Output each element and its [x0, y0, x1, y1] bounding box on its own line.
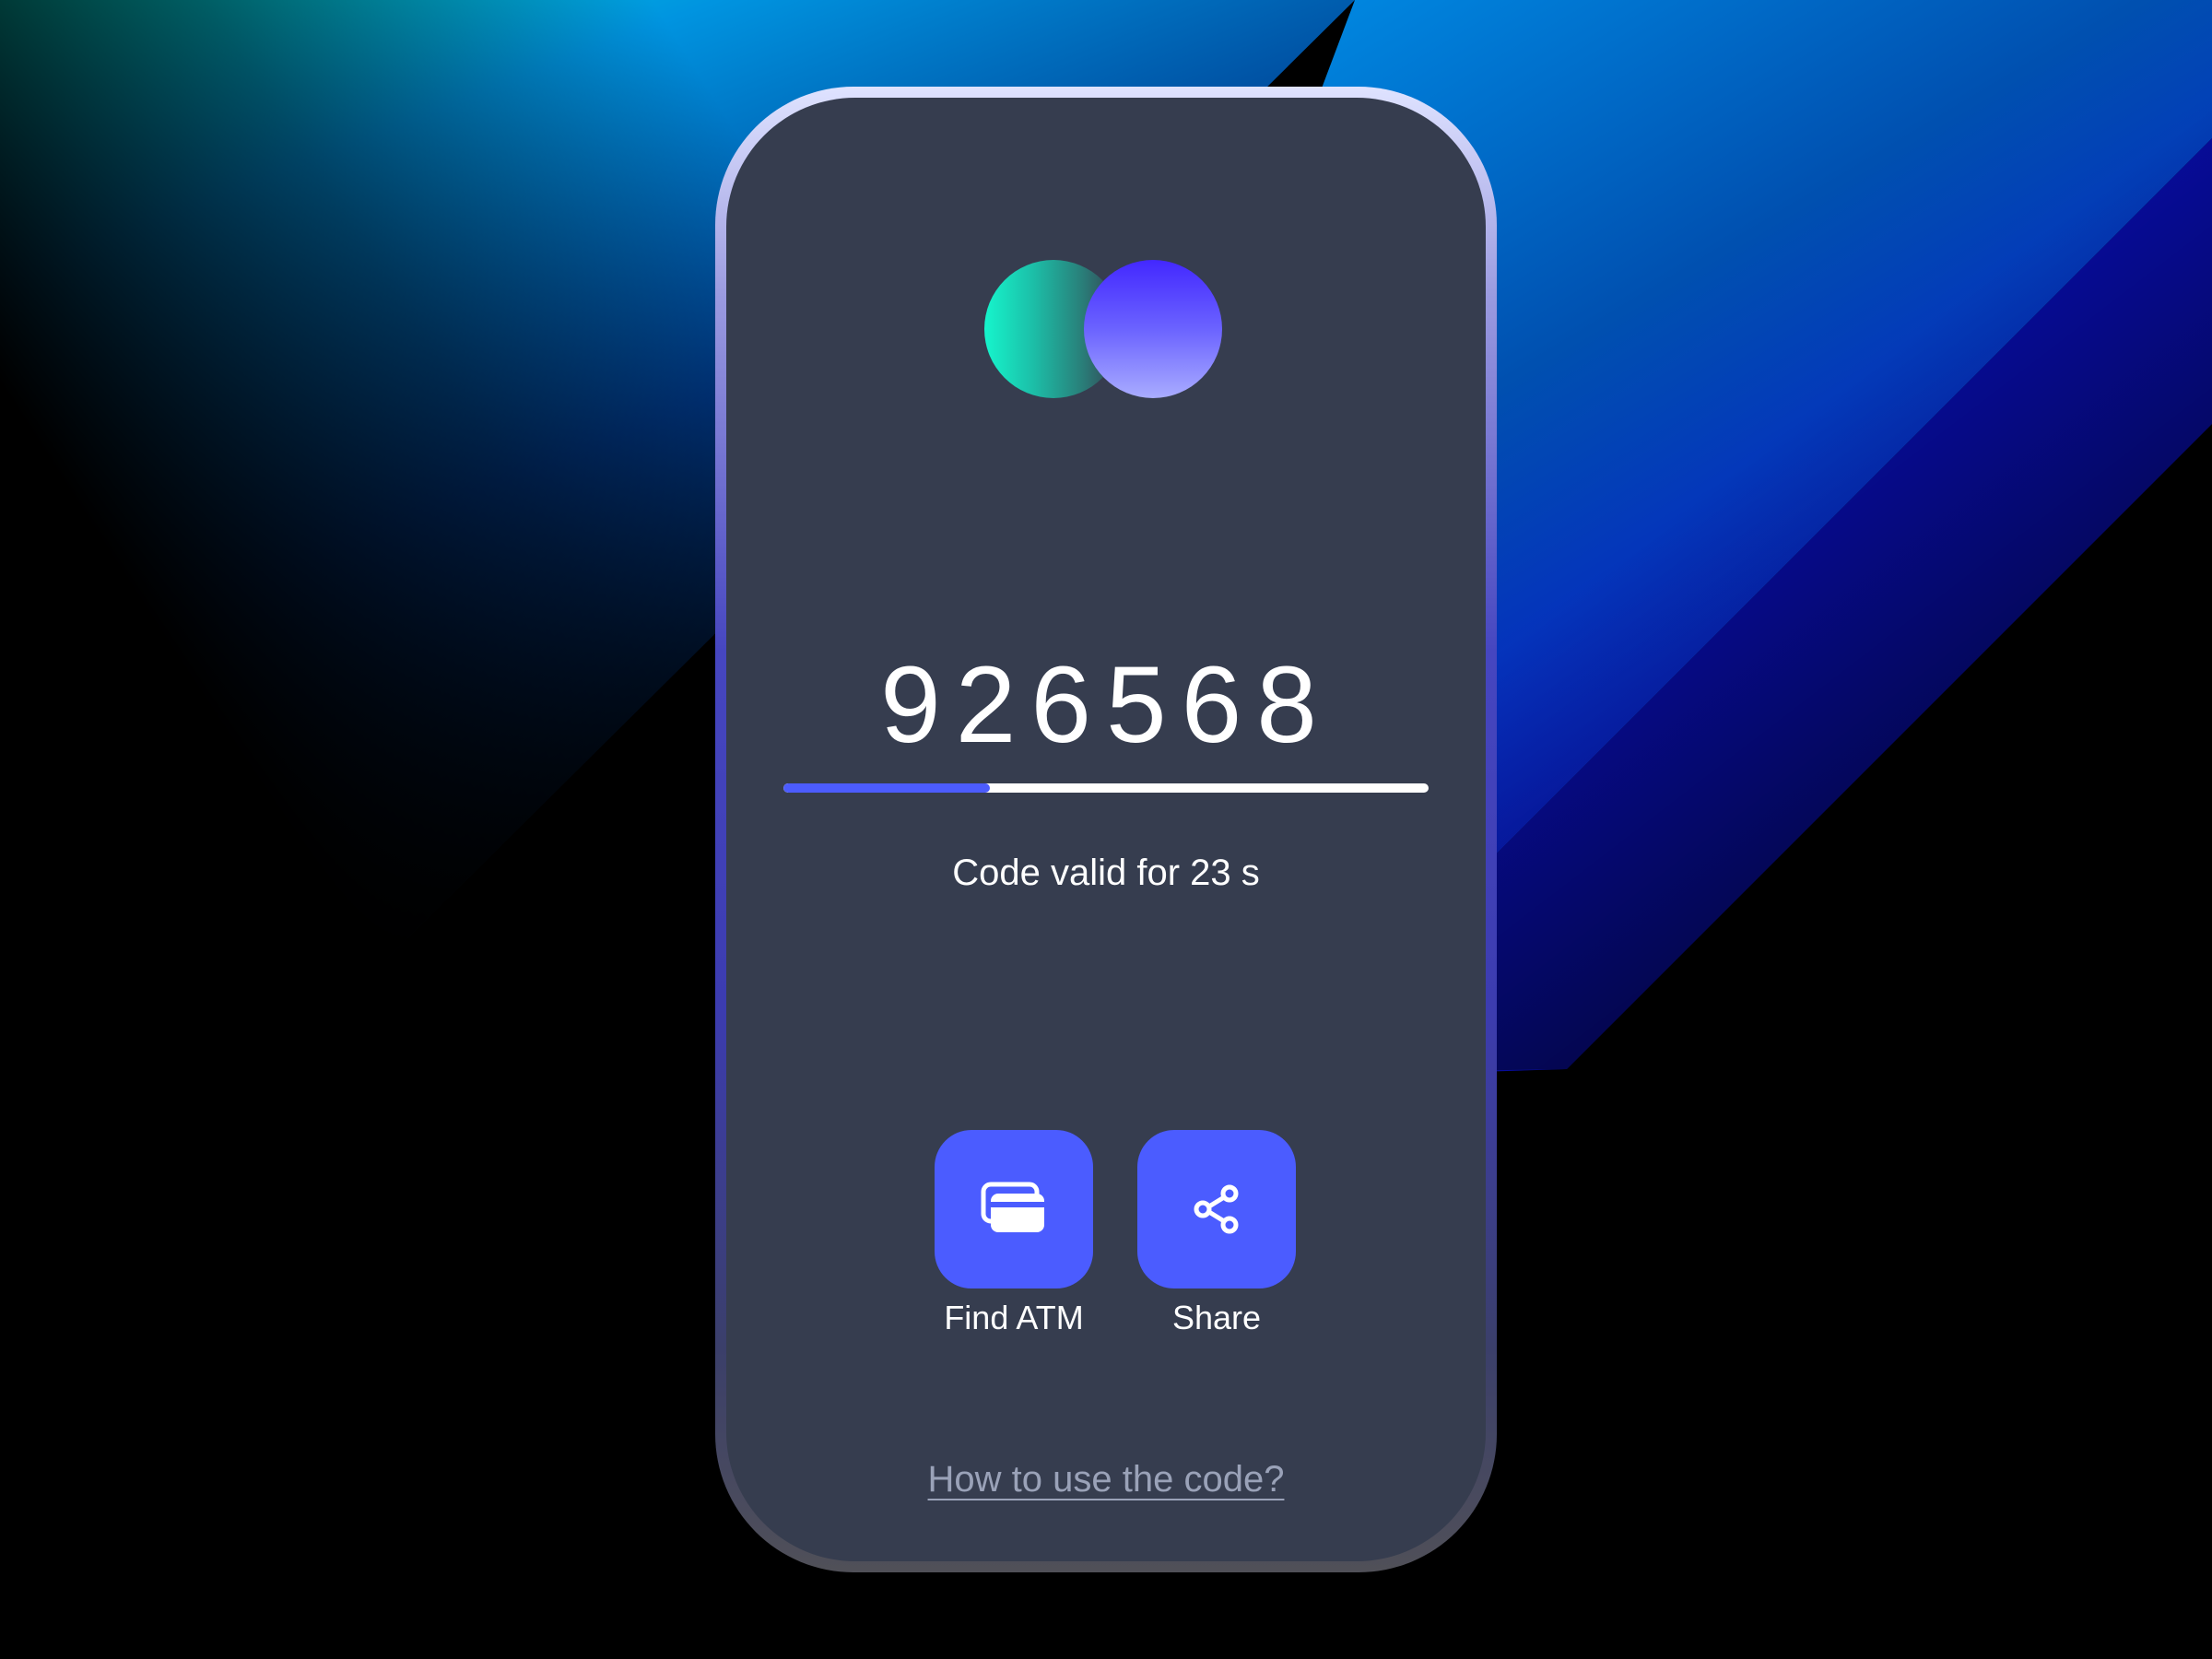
share-icon — [1194, 1184, 1239, 1234]
validity-seconds: 23 — [1190, 853, 1231, 893]
card-icon — [981, 1182, 1044, 1232]
validity-progress-bar — [783, 783, 1429, 793]
share-action[interactable]: Share — [1137, 1130, 1296, 1338]
share-label: Share — [1171, 1299, 1262, 1336]
validity-unit: s — [1241, 853, 1260, 893]
find-atm-action[interactable]: Find ATM — [935, 1130, 1093, 1338]
phone-frame: 926568 Code valid for 23 s Find ATM Shar… — [715, 87, 1497, 1572]
how-to-use-link[interactable]: How to use the code? — [726, 1456, 1486, 1502]
share-button[interactable] — [1137, 1130, 1296, 1288]
brand-logo — [984, 260, 1224, 398]
validity-progress-fill — [783, 783, 990, 793]
validity-text: Code valid for 23 s — [726, 850, 1486, 896]
otp-code: 926568 — [880, 644, 1332, 766]
validity-prefix: Code valid for — [952, 853, 1181, 893]
find-atm-label: Find ATM — [944, 1299, 1084, 1336]
find-atm-button[interactable] — [935, 1130, 1093, 1288]
logo-violet-circle — [1084, 260, 1222, 398]
phone-screen: 926568 Code valid for 23 s Find ATM Shar… — [726, 98, 1486, 1561]
